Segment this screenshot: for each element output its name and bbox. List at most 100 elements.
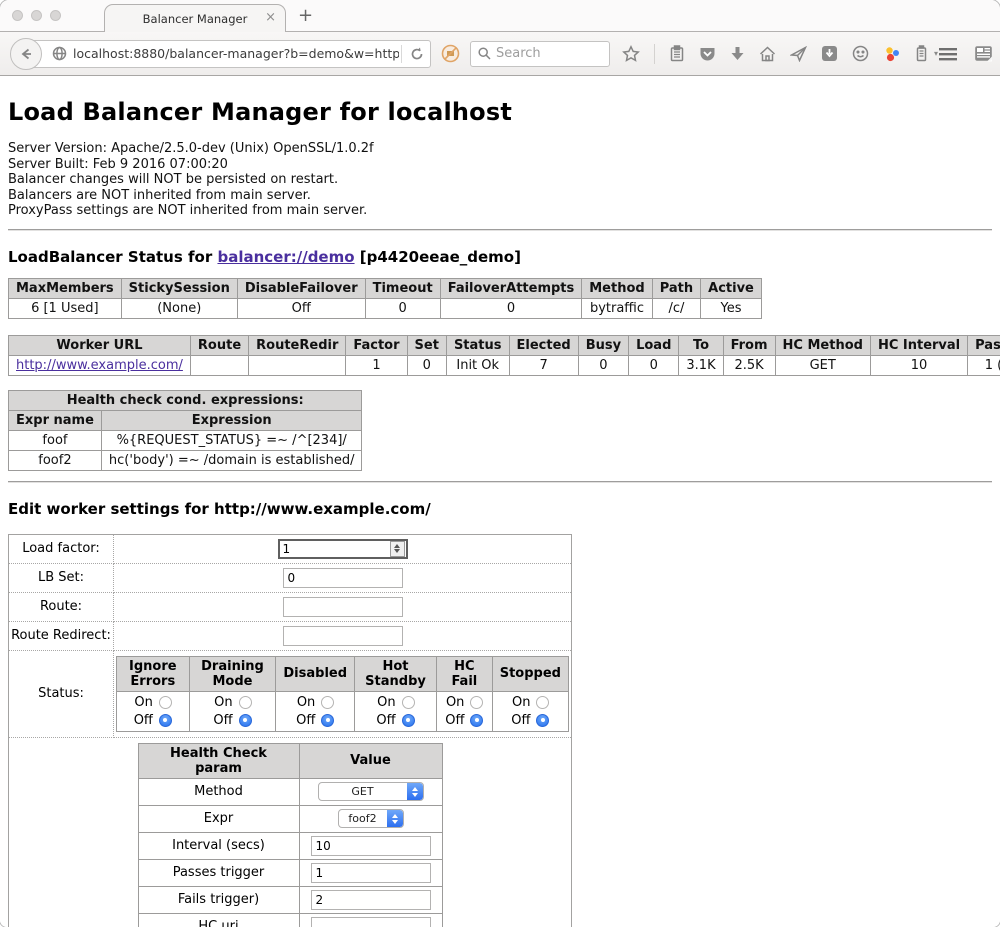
cell-expression: hc('body') =~ /domain is established/ xyxy=(101,450,362,470)
menu-hamburger-icon[interactable] xyxy=(938,46,958,62)
download-manager-icon[interactable] xyxy=(821,45,838,62)
off-label: Off xyxy=(213,713,232,728)
col-busy: Busy xyxy=(578,335,628,355)
worker-status-table: Worker URL Route RouteRedir Factor Set S… xyxy=(8,335,1000,376)
server-built-line: Server Built: Feb 9 2016 07:00:20 xyxy=(8,157,992,173)
fails-input[interactable] xyxy=(311,890,431,910)
method-label: Method xyxy=(138,778,299,805)
lb-status-heading: LoadBalancer Status for balancer://demo … xyxy=(8,248,992,266)
col-active: Active xyxy=(701,278,762,298)
expr-label: Expr xyxy=(138,805,299,832)
home-icon[interactable] xyxy=(759,46,776,62)
table-header-row: Worker URL Route RouteRedir Factor Set S… xyxy=(9,335,1000,355)
route-label: Route: xyxy=(9,592,114,621)
col-hc-param: Health Check param xyxy=(138,743,299,778)
cell-expr-name: foof xyxy=(9,430,102,450)
newspaper-icon xyxy=(974,45,993,62)
downloads-icon[interactable] xyxy=(730,46,745,62)
plugin-blocked-icon[interactable] xyxy=(441,44,460,63)
col-stickysession: StickySession xyxy=(121,278,237,298)
interval-input[interactable] xyxy=(311,836,431,856)
route-redirect-input[interactable] xyxy=(283,626,403,646)
radio-hot-standby-off[interactable] xyxy=(402,714,415,727)
new-tab-button[interactable]: + xyxy=(298,5,313,26)
table-header-row: MaxMembers StickySession DisableFailover… xyxy=(9,278,762,298)
health-check-expressions-table: Health check cond. expressions: Expr nam… xyxy=(8,390,362,471)
search-input[interactable] xyxy=(496,46,586,61)
cell-hc-method: GET xyxy=(775,355,870,375)
number-stepper-icon[interactable] xyxy=(390,541,405,557)
lb-set-input[interactable] xyxy=(283,568,403,588)
smiley-icon xyxy=(852,45,869,62)
load-factor-input[interactable]: 1 xyxy=(278,539,408,559)
battery-icon xyxy=(915,45,928,62)
tab-close-icon[interactable]: × xyxy=(265,11,276,24)
load-factor-label: Load factor: xyxy=(9,534,114,563)
radio-stopped-off[interactable] xyxy=(536,714,549,727)
form-row-load-factor: Load factor: 1 xyxy=(9,534,572,563)
method-select[interactable]: GET xyxy=(318,782,424,801)
radio-disabled-on[interactable] xyxy=(321,696,334,709)
search-icon xyxy=(478,47,491,60)
down-arrow-icon xyxy=(730,46,745,62)
hc-row-interval: Interval (secs) xyxy=(138,832,442,859)
radio-ignore-errors-on[interactable] xyxy=(159,696,172,709)
radio-draining-mode-off[interactable] xyxy=(239,714,252,727)
radio-draining-mode-on[interactable] xyxy=(239,696,252,709)
passes-input[interactable] xyxy=(311,863,431,883)
radio-ignore-errors-off[interactable] xyxy=(159,714,172,727)
col-hc-fail: HC Fail xyxy=(436,656,492,691)
globe-icon xyxy=(52,46,67,61)
col-worker-url: Worker URL xyxy=(9,335,191,355)
on-label: On xyxy=(134,695,152,710)
window-zoom-button[interactable] xyxy=(50,10,61,21)
cell-expr-name: foof2 xyxy=(9,450,102,470)
hc-uri-input[interactable] xyxy=(311,917,431,927)
bookmarks-menu-icon[interactable] xyxy=(669,45,685,62)
col-failoverattempts: FailoverAttempts xyxy=(440,278,582,298)
cell-maxmembers: 6 [1 Used] xyxy=(9,298,122,318)
page-title: Load Balancer Manager for localhost xyxy=(8,76,992,126)
cell-to: 3.1K xyxy=(679,355,723,375)
url-bar[interactable]: localhost:8880/balancer-manager?b=demo&w… xyxy=(27,40,431,68)
pocket-icon[interactable] xyxy=(699,46,716,62)
reload-button[interactable] xyxy=(404,47,430,61)
expr-select[interactable]: foof2 xyxy=(338,809,404,828)
container-battery-icon[interactable] xyxy=(915,45,928,62)
col-hot-standby: Hot Standby xyxy=(355,656,437,691)
navigation-toolbar: localhost:8880/balancer-manager?b=demo&w… xyxy=(0,32,1000,76)
balancer-demo-link[interactable]: balancer://demo xyxy=(217,248,354,266)
extension-colordots-icon[interactable] xyxy=(883,45,901,63)
cell-worker-url: http://www.example.com/ xyxy=(9,355,191,375)
star-icon xyxy=(622,45,640,63)
radio-hc-fail-on[interactable] xyxy=(470,696,483,709)
paper-plane-icon xyxy=(790,46,807,62)
radio-hc-fail-off[interactable] xyxy=(470,714,483,727)
back-button[interactable] xyxy=(10,38,42,70)
cell-stickysession: (None) xyxy=(121,298,237,318)
passes-label: Passes trigger xyxy=(138,859,299,886)
form-row-route: Route: xyxy=(9,592,572,621)
send-tab-icon[interactable] xyxy=(790,46,807,62)
col-draining-mode: Draining Mode xyxy=(189,656,276,691)
worker-url-link[interactable]: http://www.example.com/ xyxy=(16,358,183,373)
expr-row: foof %{REQUEST_STATUS} =~ /^[234]/ xyxy=(9,430,362,450)
window-minimize-button[interactable] xyxy=(31,10,42,21)
load-factor-value: 1 xyxy=(283,542,390,556)
bookmark-star-icon[interactable] xyxy=(622,45,640,63)
cell-load: 0 xyxy=(629,355,679,375)
window-close-button[interactable] xyxy=(12,10,23,21)
cell-elected: 7 xyxy=(509,355,578,375)
radio-disabled-off[interactable] xyxy=(321,714,334,727)
browser-tab[interactable]: Balancer Manager × xyxy=(104,4,286,32)
col-routeredir: RouteRedir xyxy=(249,335,346,355)
search-bar[interactable] xyxy=(470,41,610,67)
reader-news-icon[interactable] xyxy=(974,45,993,62)
feedback-smiley-icon[interactable] xyxy=(852,45,869,62)
form-row-status: Status: Ignore Errors Draining Mode Disa… xyxy=(9,650,572,737)
table-header-row: Expr name Expression xyxy=(9,410,362,430)
route-input[interactable] xyxy=(283,597,403,617)
radio-hot-standby-on[interactable] xyxy=(402,696,415,709)
radio-stopped-on[interactable] xyxy=(536,696,549,709)
url-text: localhost:8880/balancer-manager?b=demo&w… xyxy=(73,46,399,61)
